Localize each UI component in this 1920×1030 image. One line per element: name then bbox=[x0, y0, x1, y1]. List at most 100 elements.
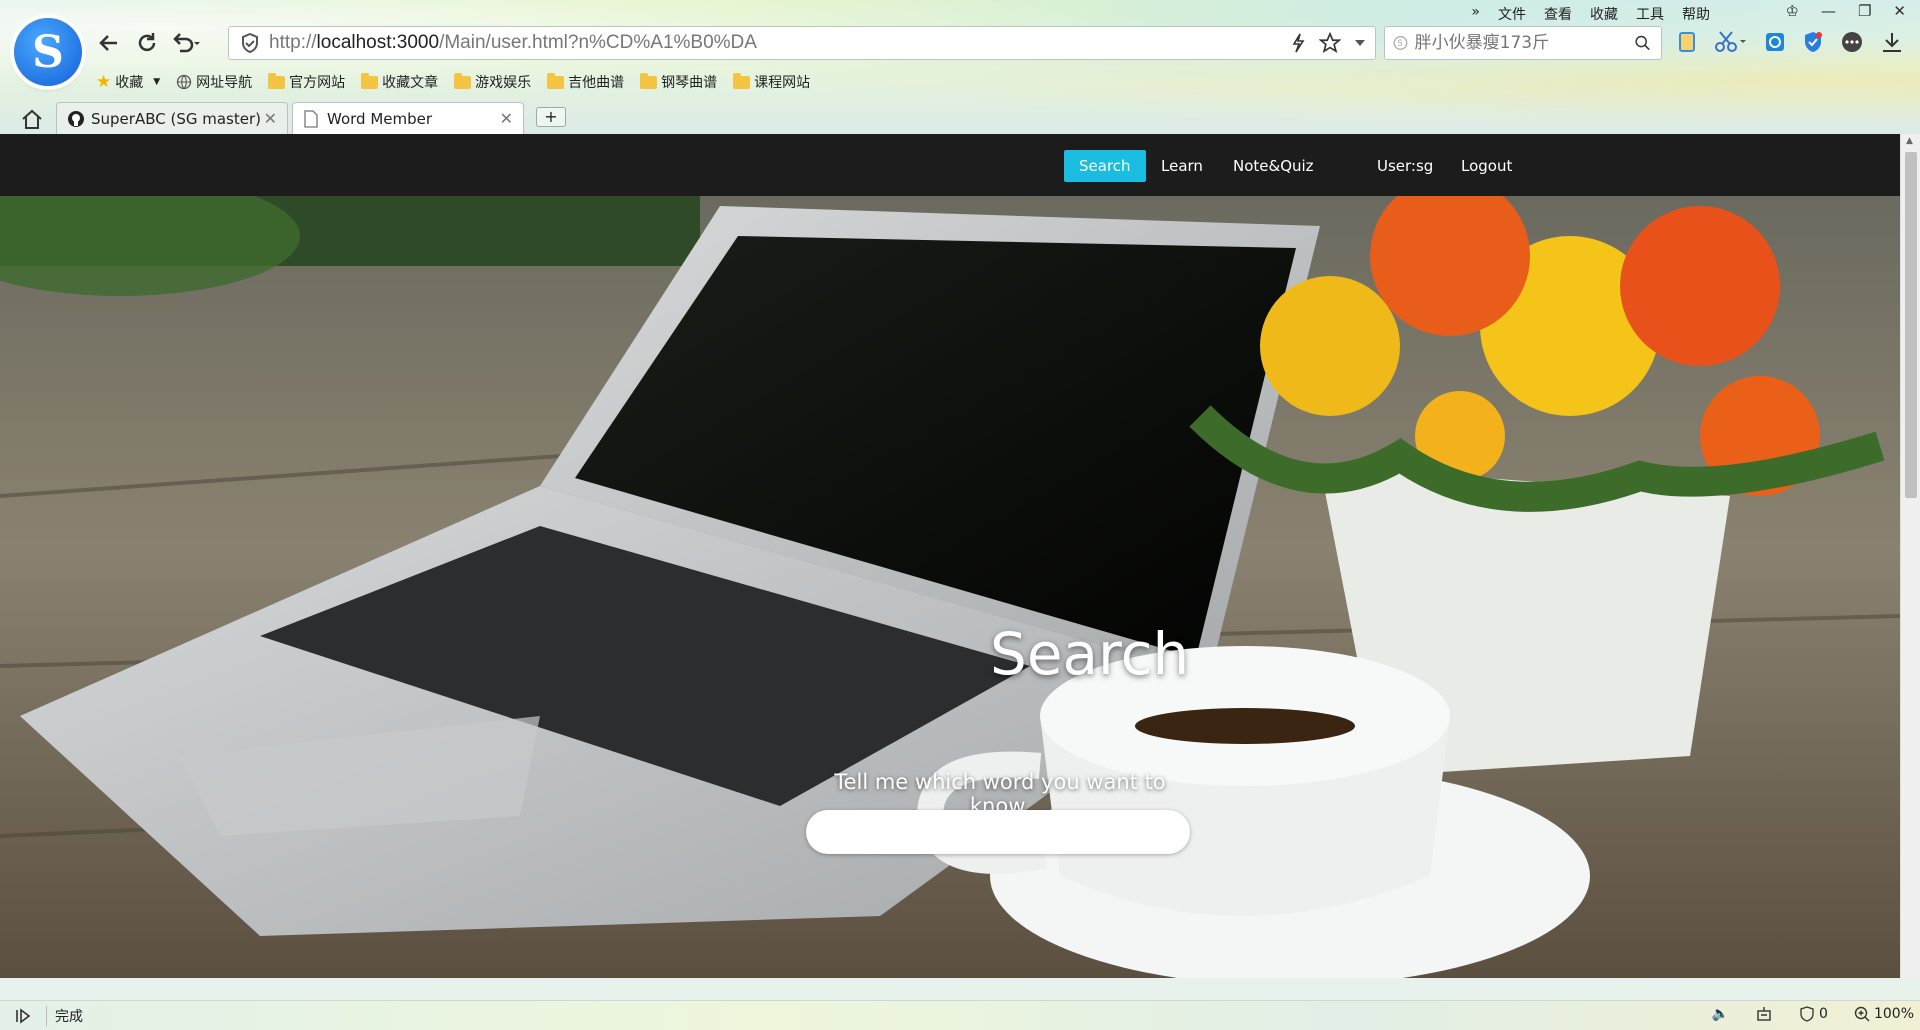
folder-icon bbox=[268, 72, 286, 89]
refresh-icon bbox=[138, 33, 156, 52]
chevron-down-icon: ▼ bbox=[153, 77, 161, 87]
undo-icon bbox=[173, 33, 200, 53]
more-icon[interactable] bbox=[1840, 30, 1864, 54]
adblock-counter[interactable]: 0 bbox=[1799, 1006, 1828, 1022]
translate-icon[interactable] bbox=[1764, 31, 1786, 53]
network-icon[interactable] bbox=[1755, 1005, 1773, 1023]
url-host: localhost:3000 bbox=[316, 32, 440, 53]
close-tab-icon[interactable]: ✕ bbox=[500, 109, 513, 128]
nav-learn[interactable]: Learn bbox=[1146, 150, 1218, 182]
star-bookmark-icon[interactable] bbox=[1319, 32, 1341, 54]
bookmark-nav[interactable]: 网址导航 bbox=[176, 72, 252, 92]
address-bar[interactable]: http://localhost:3000/Main/user.html?n%C… bbox=[228, 26, 1376, 60]
nav-logout[interactable]: Logout bbox=[1446, 150, 1527, 182]
close-tab-icon[interactable]: ✕ bbox=[264, 109, 277, 128]
menu-overflow-icon[interactable]: » bbox=[1471, 4, 1480, 24]
menu-item-favorites[interactable]: 收藏 bbox=[1590, 4, 1618, 24]
word-search-input[interactable] bbox=[806, 810, 1190, 854]
folder-icon bbox=[733, 72, 751, 89]
back-button[interactable] bbox=[92, 26, 126, 60]
tab-strip: SuperABC (SG master) ✕ Word Member ✕ + bbox=[0, 102, 1920, 134]
blocked-count: 0 bbox=[1819, 1006, 1828, 1022]
close-window-button[interactable]: ✕ bbox=[1893, 2, 1906, 20]
globe-icon bbox=[177, 74, 192, 90]
nav-user[interactable]: User:sg bbox=[1362, 150, 1448, 182]
nav-note-quiz[interactable]: Note&Quiz bbox=[1218, 150, 1329, 182]
skin-icon[interactable]: ♔ bbox=[1786, 2, 1799, 20]
zoom-icon bbox=[1854, 1006, 1870, 1022]
bookmark-folder-guitar[interactable]: 吉他曲谱 bbox=[547, 72, 624, 92]
home-icon[interactable] bbox=[20, 108, 44, 130]
scroll-up-icon[interactable]: ▲ bbox=[1906, 136, 1913, 146]
page-viewport: Search Learn Note&Quiz User:sg Logout Se… bbox=[0, 134, 1900, 978]
bookmark-label: 吉他曲谱 bbox=[568, 75, 625, 91]
tab-word-member[interactable]: Word Member ✕ bbox=[292, 102, 524, 134]
site-navbar: Search Learn Note&Quiz User:sg Logout bbox=[0, 134, 1900, 196]
bookmark-folder-official[interactable]: 官方网站 bbox=[268, 72, 345, 92]
volume-icon[interactable]: 🔈 bbox=[1712, 1006, 1729, 1022]
hero-title: Search bbox=[990, 620, 1190, 688]
browser-chrome: S http://localhost:3000/Main/user.html?n… bbox=[0, 0, 1920, 134]
minimize-button[interactable]: — bbox=[1821, 2, 1836, 20]
refresh-button[interactable] bbox=[130, 26, 164, 60]
browser-menu: » 文件 查看 收藏 工具 帮助 bbox=[1471, 4, 1710, 24]
url-prefix: http:// bbox=[269, 32, 317, 53]
browser-logo[interactable]: S bbox=[14, 18, 82, 86]
search-icon[interactable] bbox=[1634, 32, 1651, 54]
browser-search-box[interactable]: S bbox=[1384, 26, 1662, 60]
chevron-down-icon[interactable] bbox=[1355, 39, 1365, 47]
bookmark-label: 收藏 bbox=[115, 75, 144, 91]
extension-toolbar bbox=[1676, 30, 1904, 54]
menu-item-file[interactable]: 文件 bbox=[1498, 4, 1526, 24]
bookmarks-bar: ★ 收藏 ▼ 网址导航 官方网站 收藏文章 游戏娱乐 吉他曲谱 钢琴曲谱 课程网… bbox=[96, 70, 810, 94]
folder-icon bbox=[640, 72, 658, 89]
notes-icon[interactable] bbox=[1676, 30, 1698, 54]
play-pause-icon[interactable] bbox=[14, 1007, 32, 1025]
shield-icon[interactable] bbox=[1802, 30, 1824, 54]
search-engine-icon: S bbox=[1393, 36, 1408, 50]
tab-label: SuperABC (SG master) bbox=[91, 109, 261, 128]
url-path: /Main/user.html?n%CD%A1%B0%DA bbox=[439, 32, 757, 53]
bookmark-folder-games[interactable]: 游戏娱乐 bbox=[454, 72, 531, 92]
lightning-icon[interactable] bbox=[1291, 33, 1305, 53]
zoom-control[interactable]: 100% bbox=[1854, 1006, 1914, 1022]
back-arrow-icon bbox=[99, 35, 117, 51]
bookmark-favorites[interactable]: ★ 收藏 ▼ bbox=[96, 72, 160, 92]
bookmark-label: 收藏文章 bbox=[382, 75, 439, 91]
bookmark-folder-courses[interactable]: 课程网站 bbox=[733, 72, 810, 92]
tab-superabc[interactable]: SuperABC (SG master) ✕ bbox=[56, 102, 288, 134]
bookmark-folder-piano[interactable]: 钢琴曲谱 bbox=[640, 72, 717, 92]
menu-item-view[interactable]: 查看 bbox=[1544, 4, 1572, 24]
new-tab-button[interactable]: + bbox=[536, 107, 566, 127]
hero-section: Search Tell me which word you want to kn… bbox=[0, 196, 1900, 978]
menu-item-help[interactable]: 帮助 bbox=[1682, 4, 1710, 24]
scissors-icon[interactable] bbox=[1714, 30, 1748, 54]
star-icon: ★ bbox=[96, 72, 112, 92]
address-url[interactable]: http://localhost:3000/Main/user.html?n%C… bbox=[269, 32, 757, 54]
restore-button[interactable]: ❐ bbox=[1858, 2, 1871, 20]
hero-background-image bbox=[0, 196, 1900, 978]
download-icon[interactable] bbox=[1880, 30, 1904, 54]
bookmark-label: 网址导航 bbox=[196, 75, 253, 91]
svg-text:S: S bbox=[1397, 39, 1403, 49]
window-controls: ♔ — ❐ ✕ bbox=[1786, 2, 1906, 20]
folder-icon bbox=[547, 72, 565, 89]
folder-icon bbox=[361, 72, 379, 89]
bookmark-label: 官方网站 bbox=[289, 75, 346, 91]
browser-search-input[interactable] bbox=[1414, 33, 1634, 53]
menu-item-tools[interactable]: 工具 bbox=[1636, 4, 1664, 24]
bookmark-label: 钢琴曲谱 bbox=[661, 75, 718, 91]
page-icon bbox=[304, 109, 318, 128]
shield-count-icon bbox=[1800, 1006, 1814, 1022]
status-bar: 完成 🔈 0 100% bbox=[0, 1000, 1920, 1030]
bookmark-label: 游戏娱乐 bbox=[475, 75, 532, 91]
scrollbar-thumb[interactable] bbox=[1905, 152, 1917, 498]
nav-search[interactable]: Search bbox=[1064, 150, 1146, 182]
undo-button[interactable] bbox=[168, 26, 202, 60]
github-icon bbox=[68, 110, 84, 127]
bookmark-folder-articles[interactable]: 收藏文章 bbox=[361, 72, 438, 92]
status-icons: 🔈 0 100% bbox=[1712, 1005, 1920, 1023]
status-text: 完成 bbox=[46, 1005, 83, 1026]
folder-icon bbox=[454, 72, 472, 89]
page-scrollbar[interactable]: ▲ bbox=[1900, 134, 1920, 978]
